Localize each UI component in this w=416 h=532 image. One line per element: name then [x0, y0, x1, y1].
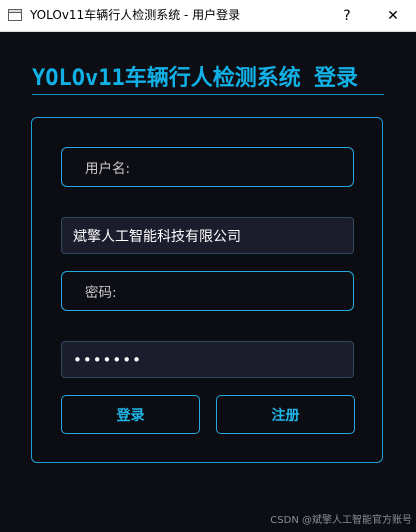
username-label: 用户名: [85, 161, 131, 177]
username-input[interactable] [73, 227, 343, 244]
register-button[interactable]: 注册 [216, 395, 355, 434]
password-label-box: 密码: [61, 271, 354, 311]
login-button[interactable]: 登录 [61, 395, 200, 434]
password-input[interactable] [73, 350, 343, 369]
page-title: YOLOv11车辆行人检测系统 登录 [32, 66, 358, 91]
title-divider [32, 94, 384, 95]
username-field-container [61, 217, 354, 254]
password-label: 密码: [85, 285, 117, 301]
username-label-box: 用户名: [61, 147, 354, 187]
watermark-text: CSDN @斌擎人工智能官方账号 [270, 515, 412, 526]
password-field-container [61, 341, 354, 378]
